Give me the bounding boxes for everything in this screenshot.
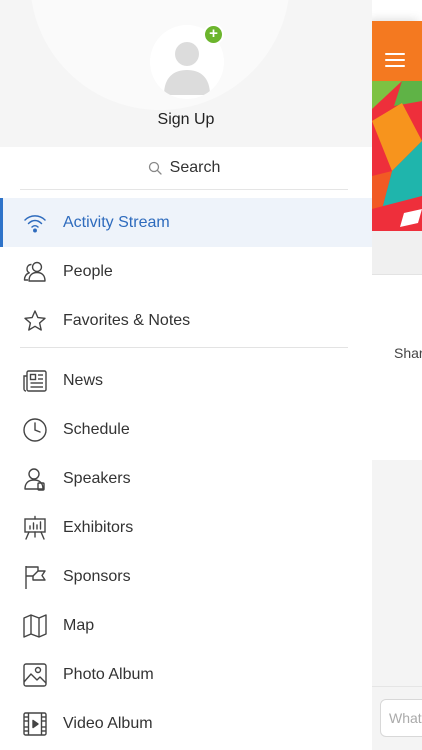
menu-item-schedule[interactable]: Schedule (0, 405, 372, 454)
menu-item-sponsors[interactable]: Sponsors (0, 552, 372, 601)
menu-item-map[interactable]: Map (0, 601, 372, 650)
secondary-menu: News Schedule Speakers Exhibitors Sponso… (0, 356, 372, 748)
film-icon (22, 711, 48, 737)
menu-item-label: News (63, 371, 104, 389)
add-photo-icon[interactable]: + (203, 24, 224, 45)
menu-divider (20, 347, 348, 348)
event-banner-image (372, 81, 422, 231)
menu-item-label: Activity Stream (63, 213, 170, 231)
activity-post-card[interactable]: Shar (372, 275, 422, 460)
menu-item-speakers[interactable]: Speakers (0, 454, 372, 503)
menu-item-label: Speakers (63, 469, 131, 487)
photo-icon (22, 662, 48, 688)
search-label: Search (169, 159, 221, 176)
compose-input[interactable]: What (380, 699, 422, 737)
star-icon (22, 308, 48, 334)
menu-item-label: Favorites & Notes (63, 311, 191, 329)
menu-item-label: Exhibitors (63, 518, 134, 536)
newspaper-icon (22, 368, 48, 394)
menu-item-label: Schedule (63, 420, 130, 438)
activity-card-text: Shar (394, 345, 422, 361)
profile-header: + Sign Up (0, 0, 372, 147)
menu-item-label: Map (63, 616, 95, 634)
side-menu: + Sign Up Search Activity Stream People … (0, 0, 372, 750)
hamburger-menu-icon[interactable] (385, 53, 405, 67)
main-content-panel[interactable]: Shar What (372, 21, 422, 750)
main-topbar (372, 21, 422, 81)
people-icon (22, 259, 48, 285)
compose-bar: What (372, 686, 422, 750)
menu-item-favorites-notes[interactable]: Favorites & Notes (0, 296, 372, 345)
menu-item-video-album[interactable]: Video Album (0, 699, 372, 748)
menu-item-label: Video Album (63, 714, 153, 732)
clock-icon (22, 417, 48, 443)
menu-item-people[interactable]: People (0, 247, 372, 296)
search-field[interactable]: Search (20, 147, 348, 190)
main-tab-strip (372, 231, 422, 275)
menu-item-label: People (63, 262, 113, 280)
menu-item-activity-stream[interactable]: Activity Stream (0, 198, 372, 247)
menu-item-photo-album[interactable]: Photo Album (0, 650, 372, 699)
wifi-icon (22, 210, 48, 236)
menu-item-label: Sponsors (63, 567, 131, 585)
sign-up-button[interactable]: Sign Up (0, 111, 372, 129)
easel-icon (22, 515, 48, 541)
menu-item-news[interactable]: News (0, 356, 372, 405)
menu-item-label: Photo Album (63, 665, 154, 683)
search-icon (148, 161, 162, 175)
speaker-person-icon (22, 466, 48, 492)
flag-icon (22, 564, 48, 590)
menu-item-exhibitors[interactable]: Exhibitors (0, 503, 372, 552)
map-icon (22, 613, 48, 639)
primary-menu: Activity Stream People Favorites & Notes (0, 198, 372, 345)
